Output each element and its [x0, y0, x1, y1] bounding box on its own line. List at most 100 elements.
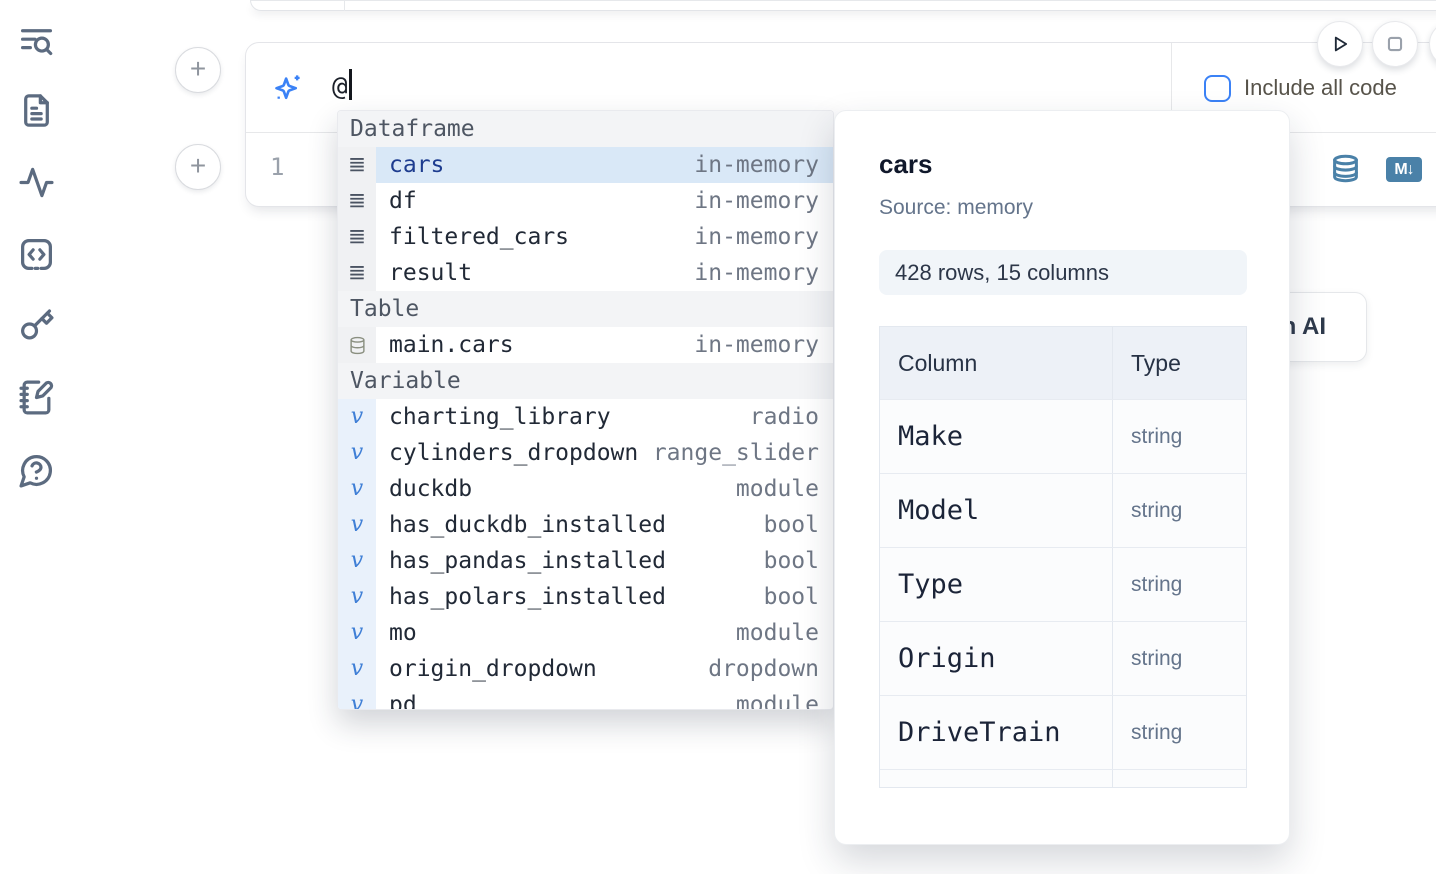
item-type: dropdown	[689, 656, 819, 682]
marimo-notebook: + + @ Include all code 1	[0, 0, 1436, 874]
schema-header-row: ColumnType	[880, 327, 1246, 399]
key-icon[interactable]	[18, 307, 55, 344]
autocomplete-popup: Dataframecarsin-memorydfin-memoryfiltere…	[337, 110, 834, 710]
variable-icon: v	[338, 615, 376, 651]
autocomplete-item-mo[interactable]: vmomodule	[338, 615, 833, 651]
include-all-code-checkbox[interactable]	[1204, 75, 1231, 102]
column-type: string	[1131, 647, 1182, 671]
item-name: cylinders_dropdown	[376, 440, 653, 466]
stop-icon	[1384, 33, 1406, 55]
item-type: in-memory	[689, 332, 819, 358]
autocomplete-section-dataframe: Dataframe	[338, 111, 833, 147]
item-name: cars	[376, 152, 689, 178]
column-name: Origin	[898, 643, 996, 674]
preview-shape-badge: 428 rows, 15 columns	[879, 250, 1247, 295]
autocomplete-item-duckdb[interactable]: vduckdbmodule	[338, 471, 833, 507]
schema-row-Make: Make string	[880, 399, 1246, 473]
item-type: radio	[689, 404, 819, 430]
item-type: module	[689, 692, 819, 710]
item-name: origin_dropdown	[376, 656, 689, 682]
item-type: bool	[689, 548, 819, 574]
autocomplete-item-pd[interactable]: vpdmodule	[338, 687, 833, 710]
autocomplete-item-charting_library[interactable]: vcharting_libraryradio	[338, 399, 833, 435]
autocomplete-item-main.cars[interactable]: main.carsin-memory	[338, 327, 833, 363]
variable-icon: v	[338, 471, 376, 507]
variable-icon: v	[338, 435, 376, 471]
variable-icon: v	[338, 399, 376, 435]
markdown-icon[interactable]: M↓	[1386, 157, 1422, 182]
column-type: string	[1131, 425, 1182, 449]
code-square-icon[interactable]	[18, 236, 55, 273]
column-type: string	[1131, 721, 1182, 745]
item-type: module	[689, 620, 819, 646]
preview-title: cars	[879, 149, 1245, 180]
rows-icon	[338, 147, 376, 183]
item-name: duckdb	[376, 476, 689, 502]
schema-row-clipped	[880, 769, 1246, 788]
column-type: string	[1131, 573, 1182, 597]
add-cell-below-button[interactable]: +	[175, 144, 221, 190]
item-name: pd	[376, 692, 689, 710]
item-name: filtered_cars	[376, 224, 689, 250]
item-name: charting_library	[376, 404, 689, 430]
autocomplete-item-origin_dropdown[interactable]: vorigin_dropdowndropdown	[338, 651, 833, 687]
item-type: in-memory	[689, 188, 819, 214]
variable-icon: v	[338, 507, 376, 543]
item-name: has_duckdb_installed	[376, 512, 689, 538]
item-name: result	[376, 260, 689, 286]
rows-icon	[338, 183, 376, 219]
previous-cell-edge	[250, 0, 1436, 11]
notebook-pen-icon[interactable]	[18, 379, 55, 416]
schema-row-Origin: Origin string	[880, 621, 1246, 695]
text-search-icon[interactable]	[18, 23, 55, 60]
rows-icon	[338, 255, 376, 291]
preview-source: Source: memory	[879, 196, 1245, 220]
autocomplete-item-has_polars_installed[interactable]: vhas_polars_installedbool	[338, 579, 833, 615]
rows-icon	[338, 219, 376, 255]
add-cell-above-button[interactable]: +	[175, 47, 221, 93]
variable-icon: v	[338, 579, 376, 615]
autocomplete-item-df[interactable]: dfin-memory	[338, 183, 833, 219]
column-name: Type	[898, 569, 963, 600]
activity-icon[interactable]	[18, 164, 55, 201]
autocomplete-item-cylinders_dropdown[interactable]: vcylinders_dropdownrange_slider	[338, 435, 833, 471]
dataframe-preview-card: cars Source: memory 428 rows, 15 columns…	[834, 110, 1290, 845]
preview-schema-table: ColumnType Make string Model string Type strin…	[879, 326, 1247, 788]
column-type: string	[1131, 499, 1182, 523]
variable-icon: v	[338, 543, 376, 579]
autocomplete-item-result[interactable]: resultin-memory	[338, 255, 833, 291]
item-name: has_polars_installed	[376, 584, 689, 610]
autocomplete-item-has_pandas_installed[interactable]: vhas_pandas_installedbool	[338, 543, 833, 579]
schema-row-Type: Type string	[880, 547, 1246, 621]
schema-header-column: Column	[880, 327, 1113, 399]
database-icon[interactable]	[1331, 154, 1360, 185]
help-bubble-icon[interactable]	[18, 452, 55, 489]
autocomplete-item-cars[interactable]: carsin-memory	[338, 147, 833, 183]
item-type: in-memory	[689, 260, 819, 286]
item-type: bool	[689, 512, 819, 538]
item-type: in-memory	[689, 152, 819, 178]
include-all-code-label: Include all code	[1244, 75, 1397, 101]
item-type: range_slider	[653, 440, 819, 466]
column-name: Model	[898, 495, 979, 526]
item-name: main.cars	[376, 332, 689, 358]
item-name: has_pandas_installed	[376, 548, 689, 574]
run-cell-button[interactable]	[1317, 21, 1363, 67]
item-name: mo	[376, 620, 689, 646]
previous-cell-divider	[344, 1, 345, 11]
autocomplete-item-has_duckdb_installed[interactable]: vhas_duckdb_installedbool	[338, 507, 833, 543]
item-type: bool	[689, 584, 819, 610]
line-number: 1	[270, 153, 284, 181]
autocomplete-section-variable: Variable	[338, 363, 833, 399]
stop-cell-button[interactable]	[1372, 21, 1418, 67]
variable-icon: v	[338, 687, 376, 710]
schema-row-DriveTrain: DriveTrain string	[880, 695, 1246, 769]
autocomplete-item-filtered_cars[interactable]: filtered_carsin-memory	[338, 219, 833, 255]
sparkle-ai-icon	[271, 71, 304, 104]
column-name: Make	[898, 421, 963, 452]
ai-prompt-text: @	[332, 72, 348, 102]
column-name: DriveTrain	[898, 717, 1061, 748]
file-text-icon[interactable]	[18, 92, 55, 129]
item-type: in-memory	[689, 224, 819, 250]
ai-prompt-input[interactable]: @	[332, 69, 352, 102]
